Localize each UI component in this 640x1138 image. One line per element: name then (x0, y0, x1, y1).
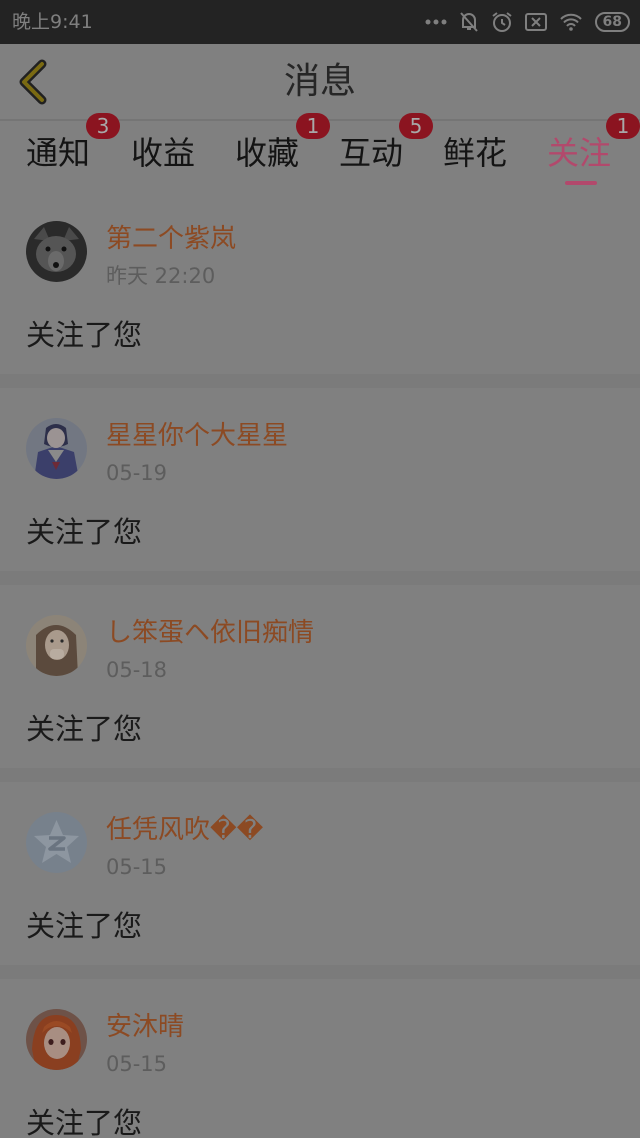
tab-badge: 1 (296, 113, 330, 139)
sim-off-icon (524, 13, 547, 31)
message-item[interactable]: 星星你个大星星 05-19 关注了您 (0, 388, 640, 571)
username[interactable]: 星星你个大星星 (106, 418, 288, 454)
message-time: 05-15 (106, 855, 168, 879)
anime-redhair-avatar[interactable] (26, 1009, 87, 1070)
message-item[interactable]: 安沐晴 05-15 关注了您 (0, 979, 640, 1138)
tab-active-indicator (565, 181, 597, 185)
tab-badge: 5 (399, 113, 433, 139)
message-item[interactable]: 任凭风吹�� 05-15 关注了您 (0, 782, 640, 965)
message-time: 昨天 22:20 (106, 264, 216, 288)
tab-badge: 3 (86, 113, 120, 139)
tab-badge: 1 (606, 113, 640, 139)
header: 消息 (0, 44, 640, 120)
tab-label: 互动 (339, 134, 404, 172)
default-z-avatar[interactable] (26, 812, 87, 873)
page-title: 消息 (283, 61, 356, 102)
message-text: 关注了您 (26, 909, 143, 943)
item-separator (0, 571, 640, 585)
username[interactable]: し笨蛋ヘ依旧痴情 (106, 615, 314, 651)
status-bar: 晚上9:41 68 (0, 0, 640, 44)
username[interactable]: 第二个紫岚 (106, 221, 236, 257)
message-text: 关注了您 (26, 1106, 143, 1138)
tab-label: 鲜花 (443, 134, 508, 172)
message-time: 05-18 (106, 658, 168, 682)
wolf-avatar[interactable] (26, 221, 87, 282)
message-item[interactable]: し笨蛋ヘ依旧痴情 05-18 关注了您 (0, 585, 640, 768)
message-list: 第二个紫岚 昨天 22:20 关注了您 星星你个大星星 05-19 关注了您 し… (0, 191, 640, 1138)
screen: 晚上9:41 68 消息 通知 3 收益 收藏 1 互动 5 鲜花 关注 1 第… (0, 0, 640, 1138)
signal-dots-icon (425, 18, 447, 26)
alarm-icon (491, 11, 513, 33)
message-text: 关注了您 (26, 318, 143, 352)
item-separator (0, 374, 640, 388)
wifi-icon (559, 13, 583, 31)
message-item[interactable]: 第二个紫岚 昨天 22:20 关注了您 (0, 191, 640, 374)
tab-label: 通知 (26, 134, 91, 172)
message-time: 05-15 (106, 1052, 168, 1076)
status-icons: 68 (425, 8, 630, 36)
tab-label: 关注 (547, 134, 612, 172)
girl-photo-avatar[interactable] (26, 615, 87, 676)
item-separator (0, 768, 640, 782)
tab-label: 收益 (131, 134, 196, 172)
username[interactable]: 任凭风吹�� (106, 812, 263, 848)
message-text: 关注了您 (26, 515, 143, 549)
status-time: 晚上9:41 (12, 11, 93, 33)
anime-sailor-avatar[interactable] (26, 418, 87, 479)
battery-icon: 68 (594, 12, 630, 32)
tab-label: 收藏 (235, 134, 300, 172)
tab-bar: 通知 3 收益 收藏 1 互动 5 鲜花 关注 1 (0, 113, 640, 191)
message-time: 05-19 (106, 461, 168, 485)
message-text: 关注了您 (26, 712, 143, 746)
item-separator (0, 965, 640, 979)
username[interactable]: 安沐晴 (106, 1009, 184, 1045)
bell-off-icon (459, 11, 479, 33)
